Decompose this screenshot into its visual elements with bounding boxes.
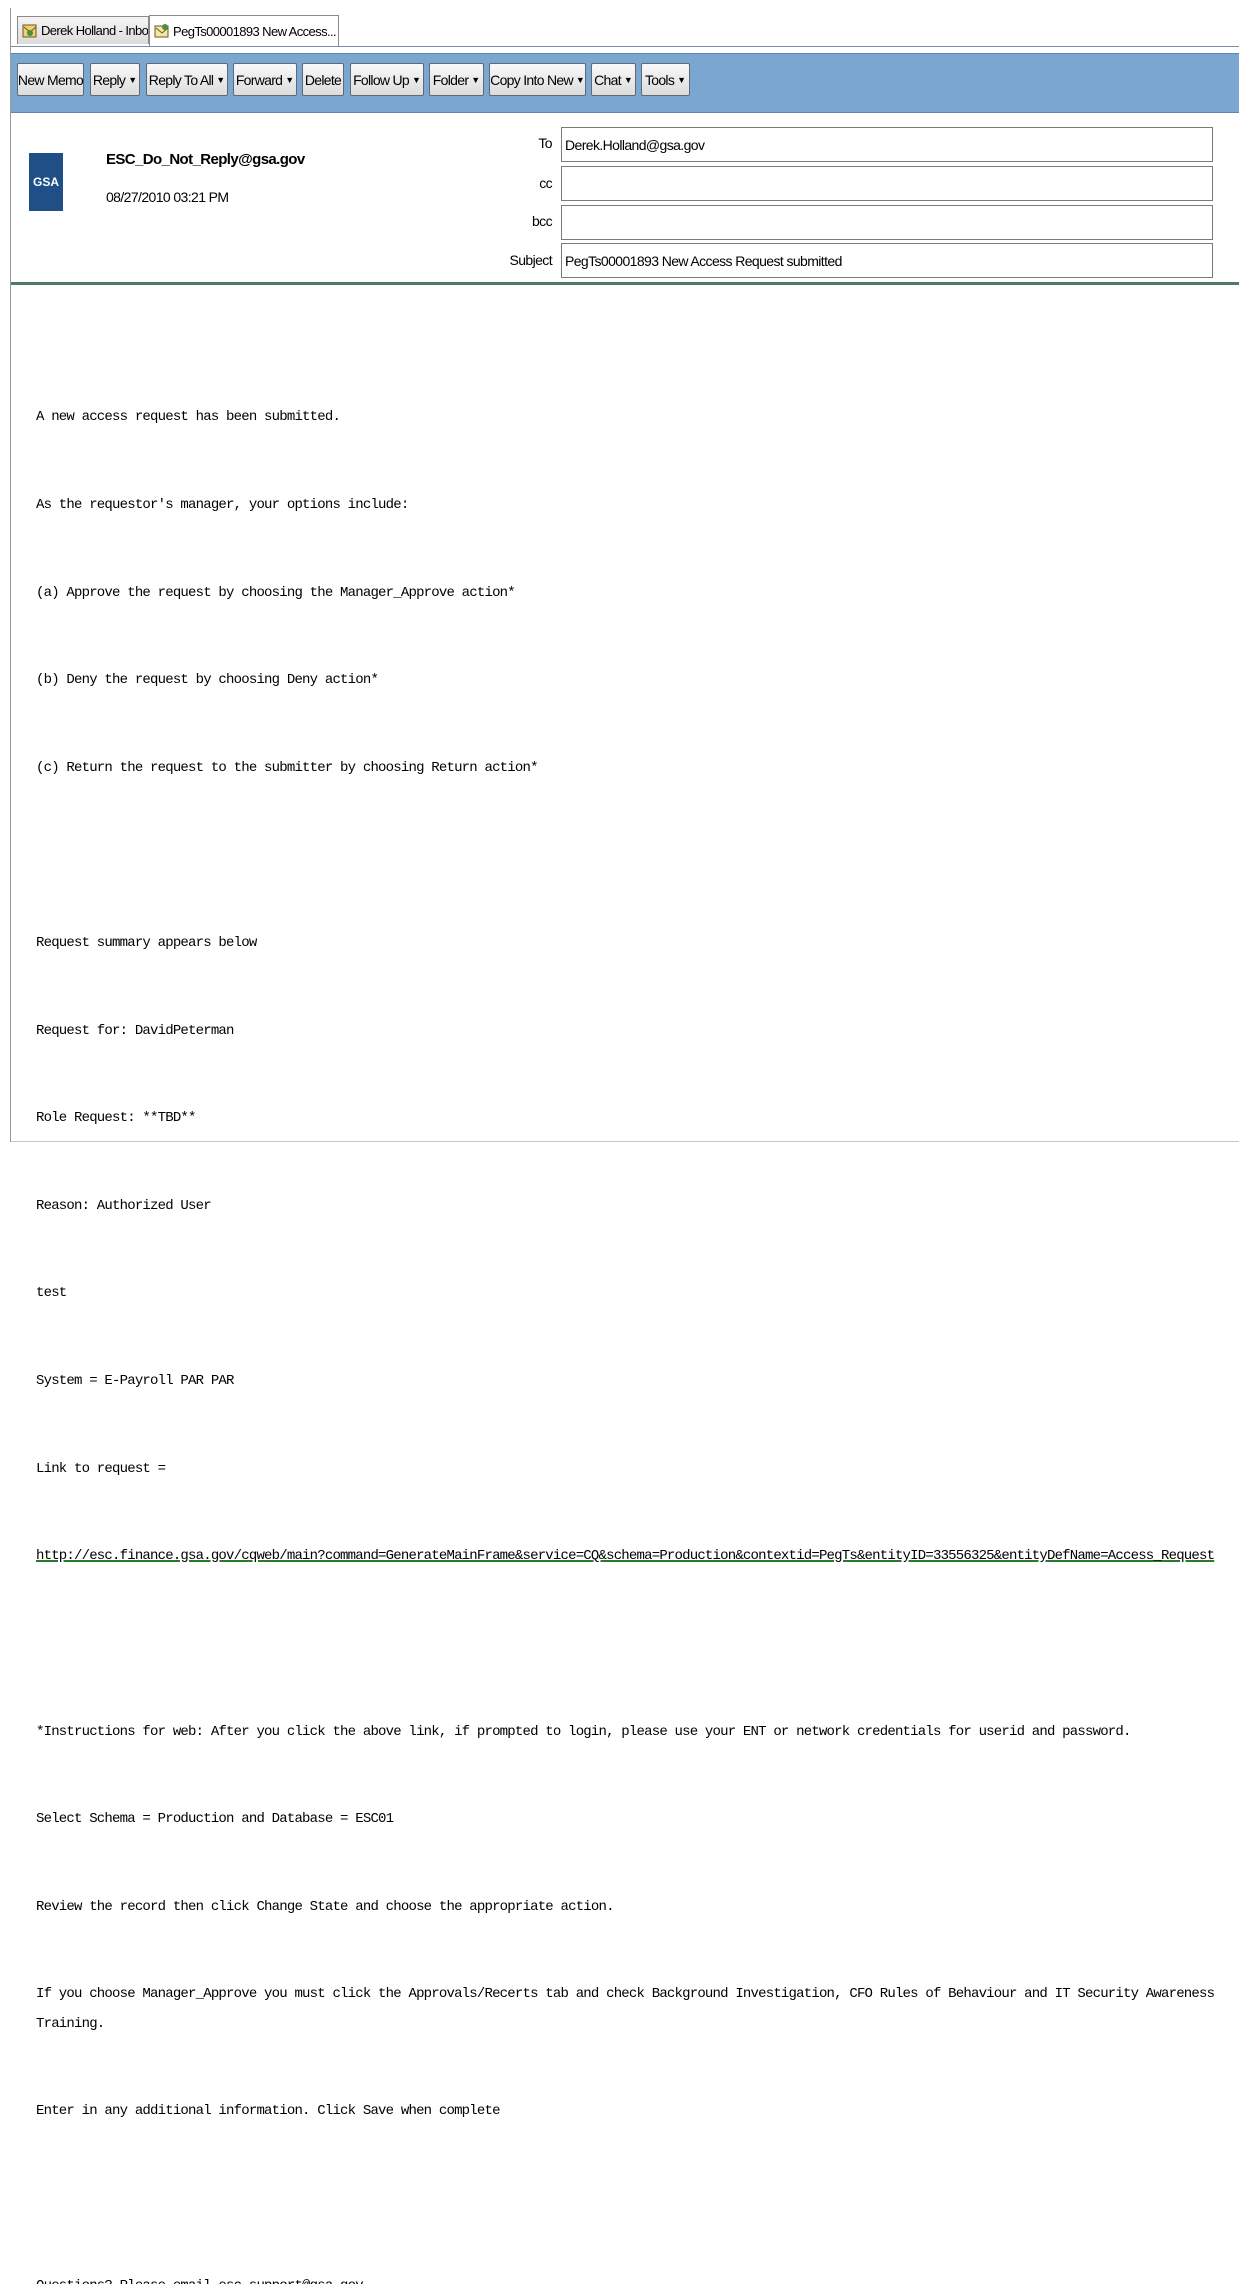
- chevron-down-icon: ▼: [623, 74, 633, 85]
- forward-label: Forward: [235, 71, 283, 88]
- chevron-down-icon: ▼: [575, 74, 585, 85]
- cc-label: cc: [539, 175, 552, 191]
- chevron-down-icon: ▼: [285, 74, 295, 85]
- subject-label: Subject: [509, 252, 553, 268]
- message-body: A new access request has been submitted.…: [11, 285, 1239, 2284]
- body-line: Reason: Authorized User: [36, 1197, 212, 1214]
- body-line: Role Request: **TBD**: [36, 1110, 196, 1127]
- bcc-field[interactable]: [561, 205, 1213, 240]
- chevron-down-icon: ▼: [216, 74, 226, 85]
- inbox-icon: [22, 24, 37, 37]
- sender-address[interactable]: ESC_Do_Not_Reply@gsa.gov: [106, 151, 305, 168]
- message-text: A new access request has been submitted.…: [36, 345, 1221, 2284]
- follow-up-button[interactable]: Follow Up ▼: [350, 63, 424, 96]
- delete-button[interactable]: Delete: [302, 63, 344, 96]
- body-line: (a) Approve the request by choosing the …: [36, 584, 516, 601]
- message-header: GSA ESC_Do_Not_Reply@gsa.gov 08/27/2010 …: [11, 113, 1239, 285]
- body-line: [36, 2185, 1221, 2214]
- subject-field[interactable]: PegTs00001893 New Access Request submitt…: [561, 243, 1213, 278]
- body-line: A new access request has been submitted.: [36, 409, 341, 426]
- reply-to-all-label: Reply To All: [148, 71, 214, 88]
- to-field[interactable]: Derek.Holland@gsa.gov: [561, 127, 1213, 162]
- cc-field[interactable]: [561, 166, 1213, 201]
- tab-label-memo: PegTs00001893 New Access...: [173, 23, 337, 39]
- body-line: If you choose Manager_Approve you must c…: [36, 1986, 1222, 2032]
- new-memo-button[interactable]: New Memo: [17, 63, 84, 96]
- reply-button[interactable]: Reply ▼: [90, 63, 140, 96]
- body-line: *Instructions for web: After you click t…: [36, 1723, 1131, 1740]
- copy-into-new-button[interactable]: Copy Into New ▼: [489, 63, 586, 96]
- bcc-label: bcc: [532, 213, 553, 229]
- reply-to-all-button[interactable]: Reply To All ▼: [146, 63, 228, 96]
- request-link[interactable]: http://esc.finance.gsa.gov/cqweb/main?co…: [36, 1548, 1215, 1564]
- copy-into-new-label: Copy Into New: [490, 71, 573, 88]
- body-line: As the requestor's manager, your options…: [36, 497, 409, 514]
- gsa-logo: GSA: [29, 153, 63, 211]
- tab-memo[interactable]: PegTs00001893 New Access... X: [149, 15, 339, 46]
- to-label: To: [538, 135, 552, 151]
- folder-label: Folder: [432, 71, 469, 88]
- body-line: [36, 841, 1221, 870]
- body-line: (b) Deny the request by choosing Deny ac…: [36, 672, 379, 689]
- chevron-down-icon: ▼: [128, 74, 138, 85]
- body-line: Request for: DavidPeterman: [36, 1022, 234, 1039]
- body-line: [36, 1630, 1221, 1659]
- chevron-down-icon: ▼: [412, 74, 421, 85]
- tab-inbox[interactable]: Derek Holland - Inbox: [17, 16, 149, 44]
- subject-value: PegTs00001893 New Access Request submitt…: [565, 252, 842, 269]
- mail-window: Derek Holland - Inbox PegTs00001893 New …: [10, 8, 1239, 2284]
- chevron-down-icon: ▼: [677, 74, 687, 85]
- to-value: Derek.Holland@gsa.gov: [565, 136, 705, 153]
- body-line: Review the record then click Change Stat…: [36, 1898, 615, 1915]
- tab-label-inbox: Derek Holland - Inbox: [41, 23, 149, 38]
- chevron-down-icon: ▼: [471, 74, 481, 85]
- body-line: test: [36, 1285, 67, 1302]
- sent-date: 08/27/2010 03:21 PM: [106, 189, 229, 205]
- follow-up-label: Follow Up: [353, 71, 410, 88]
- folder-button[interactable]: Folder ▼: [429, 63, 484, 96]
- body-line: System = E-Payroll PAR PAR: [36, 1373, 234, 1390]
- memo-icon: [154, 24, 169, 38]
- body-line: Select Schema = Production and Database …: [36, 1811, 394, 1828]
- reply-label: Reply: [92, 71, 126, 88]
- action-toolbar: New Memo Reply ▼ Reply To All ▼ Forward ▼ D…: [11, 53, 1239, 113]
- tools-label: Tools: [644, 71, 675, 88]
- forward-button[interactable]: Forward ▼: [233, 63, 297, 96]
- body-line: Questions? Please email esc-support@gsa.…: [36, 2272, 1221, 2284]
- chat-label: Chat: [594, 71, 621, 88]
- new-memo-label: New Memo: [17, 71, 84, 88]
- body-line: Request summary appears below: [36, 935, 257, 952]
- tools-button[interactable]: Tools ▼: [641, 63, 690, 96]
- chat-button[interactable]: Chat ▼: [591, 63, 636, 96]
- body-line: Enter in any additional information. Cli…: [36, 2103, 500, 2120]
- tab-bar: Derek Holland - Inbox PegTs00001893 New …: [11, 12, 1239, 47]
- delete-label: Delete: [304, 71, 342, 88]
- body-line: Link to request =: [36, 1460, 166, 1477]
- body-line: (c) Return the request to the submitter …: [36, 759, 539, 776]
